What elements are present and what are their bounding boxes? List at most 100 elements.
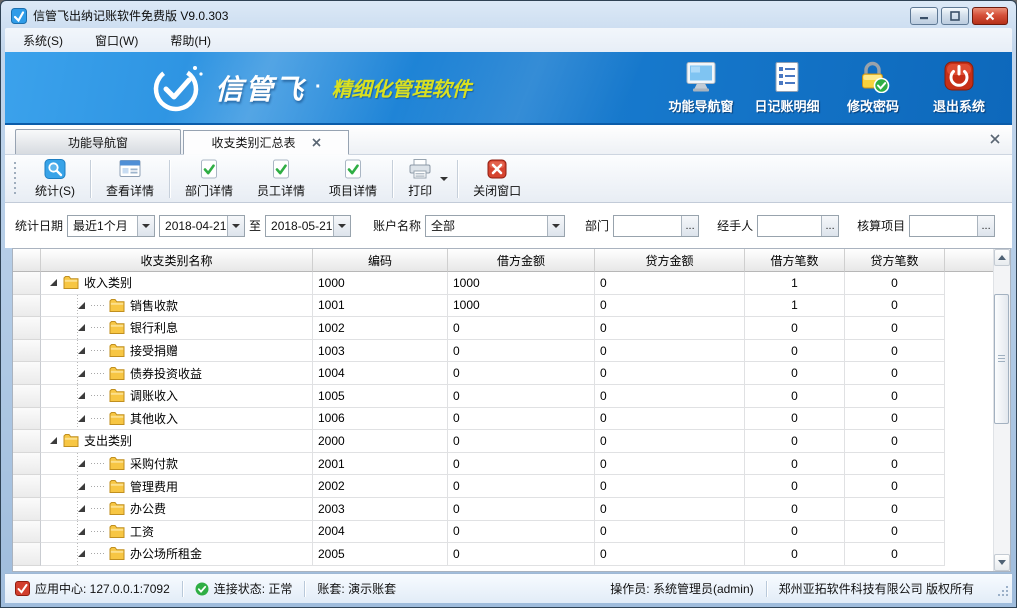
tree-expander-icon[interactable]: [49, 278, 58, 287]
category-name-cell[interactable]: 收入类别: [41, 272, 313, 295]
tree-expander-icon[interactable]: [77, 301, 86, 310]
maximize-button[interactable]: [941, 7, 969, 25]
credit-count-cell[interactable]: 0: [845, 272, 945, 295]
table-row[interactable]: 接受捐赠 1003 0 0 0 0: [13, 340, 1010, 363]
scrollbar-thumb[interactable]: [994, 294, 1009, 424]
combo-arrow-button[interactable]: [227, 216, 244, 236]
row-header-cell[interactable]: [13, 543, 41, 566]
category-name-cell[interactable]: 银行利息: [41, 317, 313, 340]
tree-expander-icon[interactable]: [77, 459, 86, 468]
debit-count-cell[interactable]: 0: [745, 317, 845, 340]
combo-arrow-button[interactable]: [547, 216, 564, 236]
menu-window[interactable]: 窗口(W): [91, 30, 142, 51]
row-header-cell[interactable]: [13, 385, 41, 408]
code-cell[interactable]: 1004: [313, 362, 448, 385]
column-header-credit[interactable]: 贷方金额: [595, 249, 745, 272]
debit-amount-cell[interactable]: 0: [448, 362, 595, 385]
table-row[interactable]: 调账收入 1005 0 0 0 0: [13, 385, 1010, 408]
resize-grip-handle[interactable]: [997, 585, 1009, 600]
credit-count-cell[interactable]: 0: [845, 430, 945, 453]
row-header-cell[interactable]: [13, 453, 41, 476]
credit-amount-cell[interactable]: 0: [595, 295, 745, 318]
debit-amount-cell[interactable]: 0: [448, 430, 595, 453]
credit-amount-cell[interactable]: 0: [595, 408, 745, 431]
debit-amount-cell[interactable]: 0: [448, 521, 595, 544]
debit-count-cell[interactable]: 0: [745, 408, 845, 431]
debit-amount-cell[interactable]: 0: [448, 498, 595, 521]
menu-help[interactable]: 帮助(H): [166, 30, 215, 51]
menu-system[interactable]: 系统(S): [19, 30, 67, 51]
credit-count-cell[interactable]: 0: [845, 385, 945, 408]
code-cell[interactable]: 2004: [313, 521, 448, 544]
credit-count-cell[interactable]: 0: [845, 543, 945, 566]
category-name-cell[interactable]: 管理费用: [41, 475, 313, 498]
date-to-picker[interactable]: 2018-05-21: [265, 215, 351, 237]
credit-count-cell[interactable]: 0: [845, 362, 945, 385]
category-name-cell[interactable]: 办公费: [41, 498, 313, 521]
table-row[interactable]: 销售收款 1001 1000 0 1 0: [13, 295, 1010, 318]
tree-expander-icon[interactable]: [49, 436, 58, 445]
department-detail-button[interactable]: 部门详情: [173, 157, 245, 201]
vertical-scrollbar[interactable]: [993, 249, 1010, 571]
category-name-cell[interactable]: 接受捐赠: [41, 340, 313, 363]
credit-count-cell[interactable]: 0: [845, 340, 945, 363]
debit-amount-cell[interactable]: 1000: [448, 272, 595, 295]
project-input[interactable]: ...: [909, 215, 995, 237]
credit-amount-cell[interactable]: 0: [595, 272, 745, 295]
change-password-button[interactable]: 修改密码: [834, 61, 912, 115]
title-bar[interactable]: 信管飞出纳记账软件免费版 V9.0.303: [5, 1, 1012, 28]
minimize-button[interactable]: [910, 7, 938, 25]
view-detail-button[interactable]: 查看详情: [94, 157, 166, 201]
employee-detail-button[interactable]: 员工详情: [245, 157, 317, 201]
table-row[interactable]: 采购付款 2001 0 0 0 0: [13, 453, 1010, 476]
code-cell[interactable]: 2001: [313, 453, 448, 476]
code-cell[interactable]: 1000: [313, 272, 448, 295]
debit-count-cell[interactable]: 1: [745, 295, 845, 318]
column-header-debit[interactable]: 借方金额: [448, 249, 595, 272]
scroll-down-button[interactable]: [994, 554, 1010, 571]
print-dropdown-button[interactable]: [438, 157, 454, 201]
row-header-cell[interactable]: [13, 408, 41, 431]
code-cell[interactable]: 1006: [313, 408, 448, 431]
credit-amount-cell[interactable]: 0: [595, 521, 745, 544]
code-cell[interactable]: 1003: [313, 340, 448, 363]
statistics-button[interactable]: 统计(S): [23, 157, 87, 201]
credit-count-cell[interactable]: 0: [845, 521, 945, 544]
debit-amount-cell[interactable]: 0: [448, 543, 595, 566]
journal-detail-button[interactable]: 日记账明细: [748, 61, 826, 115]
credit-amount-cell[interactable]: 0: [595, 498, 745, 521]
category-name-cell[interactable]: 办公场所租金: [41, 543, 313, 566]
toolbar-grip-handle[interactable]: [13, 162, 17, 196]
row-header-cell[interactable]: [13, 272, 41, 295]
tree-expander-icon[interactable]: [77, 391, 86, 400]
row-header-cell[interactable]: [13, 295, 41, 318]
category-name-cell[interactable]: 销售收款: [41, 295, 313, 318]
close-button[interactable]: [972, 7, 1008, 25]
tree-expander-icon[interactable]: [77, 482, 86, 491]
column-header-category[interactable]: 收支类别名称: [41, 249, 313, 272]
debit-amount-cell[interactable]: 0: [448, 408, 595, 431]
nav-window-button[interactable]: 功能导航窗: [662, 61, 740, 115]
credit-count-cell[interactable]: 0: [845, 475, 945, 498]
credit-amount-cell[interactable]: 0: [595, 340, 745, 363]
table-row[interactable]: 收入类别 1000 1000 0 1 0: [13, 272, 1010, 295]
tabstrip-close-icon[interactable]: [990, 134, 1000, 144]
table-row[interactable]: 支出类别 2000 0 0 0 0: [13, 430, 1010, 453]
close-window-button[interactable]: 关闭窗口: [461, 157, 533, 201]
department-browse-button[interactable]: ...: [681, 216, 698, 236]
credit-amount-cell[interactable]: 0: [595, 453, 745, 476]
debit-amount-cell[interactable]: 0: [448, 453, 595, 476]
category-name-cell[interactable]: 支出类别: [41, 430, 313, 453]
table-row[interactable]: 管理费用 2002 0 0 0 0: [13, 475, 1010, 498]
row-header-cell[interactable]: [13, 498, 41, 521]
code-cell[interactable]: 1005: [313, 385, 448, 408]
tab-nav-window[interactable]: 功能导航窗: [15, 129, 181, 154]
credit-amount-cell[interactable]: 0: [595, 475, 745, 498]
column-header-code[interactable]: 编码: [313, 249, 448, 272]
code-cell[interactable]: 2005: [313, 543, 448, 566]
debit-count-cell[interactable]: 0: [745, 340, 845, 363]
credit-count-cell[interactable]: 0: [845, 408, 945, 431]
row-header-cell[interactable]: [13, 340, 41, 363]
tree-expander-icon[interactable]: [77, 369, 86, 378]
date-from-picker[interactable]: 2018-04-21: [159, 215, 245, 237]
